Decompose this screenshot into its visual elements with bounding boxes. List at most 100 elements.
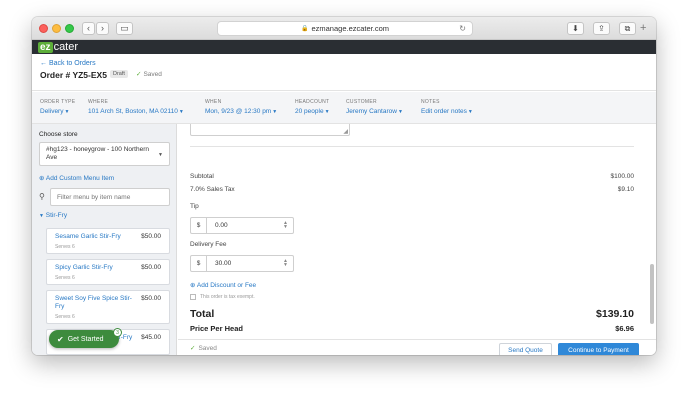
where-label: WHERE — [88, 99, 109, 105]
plus-circle-icon: ⊕ — [39, 175, 45, 182]
draft-badge: Draft — [110, 70, 128, 78]
caret-down-icon: ▼ — [178, 109, 184, 115]
where-value: 101 Arch St, Boston, MA 02110 — [88, 108, 178, 115]
chevron-left-icon: ‹ — [87, 23, 90, 33]
main-scrollbar[interactable] — [650, 124, 655, 339]
when-label: WHEN — [205, 99, 222, 105]
caret-down-icon: ▼ — [272, 109, 278, 115]
where-field[interactable]: WHERE 101 Arch St, Boston, MA 02110▼ — [88, 99, 184, 115]
tabs-button[interactable]: ⧉ — [619, 22, 636, 35]
check-icon: ✓ — [190, 345, 196, 352]
delivery-fee-input[interactable]: $ 30.00 ▲ ▼ — [190, 255, 294, 272]
share-button[interactable]: ⇪ — [593, 22, 610, 35]
tip-value: 0.00 — [215, 222, 228, 229]
when-value: Mon, 9/23 @ 12:30 pm — [205, 108, 272, 115]
caret-down-icon: ▼ — [467, 109, 473, 115]
tabs-icon: ⧉ — [624, 23, 631, 33]
menu-item-card[interactable]: Spicy Garlic Stir-Fry Serves 6 $50.00 — [46, 259, 170, 285]
section-label: Stir-Fry — [45, 212, 68, 219]
total-value: $139.10 — [596, 308, 634, 320]
share-icon: ⇪ — [598, 24, 605, 33]
forward-button[interactable]: › — [96, 22, 109, 35]
order-type-value: Delivery — [40, 108, 64, 115]
notes-field[interactable]: NOTES Edit order notes▼ — [421, 99, 473, 115]
scrollbar-thumb[interactable] — [650, 264, 654, 324]
notes-textarea[interactable]: ◢ — [190, 124, 350, 136]
caret-down-icon: ▼ — [39, 213, 44, 219]
tax-exempt-label: This order is tax exempt. — [200, 294, 255, 300]
menu-item-name: Sesame Garlic Stir-Fry — [55, 233, 121, 240]
ezcater-logo[interactable]: ez cater — [38, 41, 78, 53]
order-footer: ✓ Saved Send Quote Continue to Payment — [178, 339, 656, 355]
resize-grip-icon[interactable]: ◢ — [343, 128, 348, 135]
minimize-window-button[interactable] — [52, 24, 61, 33]
add-discount-label: Add Discount or Fee — [196, 282, 257, 289]
price-per-head-label: Price Per Head — [190, 324, 243, 333]
headcount-value: 20 people — [295, 108, 324, 115]
menu-item-card[interactable]: Sesame Garlic Stir-Fry Serves 6 $50.00 — [46, 228, 170, 254]
menu-item-serves: Serves 6 — [55, 275, 75, 281]
menu-item-name: Spicy Garlic Stir-Fry — [55, 264, 113, 271]
back-button[interactable]: ‹ — [82, 22, 95, 35]
reload-icon[interactable]: ↻ — [459, 24, 466, 33]
order-info-bar: ORDER TYPE Delivery▼ WHERE 101 Arch St, … — [32, 92, 656, 124]
download-icon: ⬇ — [572, 24, 579, 33]
tax-exempt-checkbox[interactable]: This order is tax exempt. — [190, 294, 255, 300]
dollar-sign: $ — [191, 256, 207, 271]
store-select[interactable]: #hg123 - honeygrow - 100 Northern Ave ▼ — [39, 142, 170, 166]
logo-ez: ez — [38, 41, 53, 53]
chevron-right-icon: › — [101, 23, 104, 33]
tip-label: Tip — [190, 203, 199, 210]
search-icon: ⚲ — [39, 192, 45, 201]
add-custom-label: Add Custom Menu Item — [45, 175, 115, 182]
notes-label: NOTES — [421, 99, 440, 105]
lock-icon: 🔒 — [300, 26, 309, 32]
zoom-window-button[interactable] — [65, 24, 74, 33]
logo-cater: cater — [53, 41, 79, 53]
menu-item-price: $50.00 — [141, 295, 161, 302]
add-discount-link[interactable]: ⊕ Add Discount or Fee — [190, 281, 256, 289]
menu-item-card[interactable]: Sweet Soy Five Spice Stir-Fry Serves 6 $… — [46, 290, 170, 324]
delivery-fee-value: 30.00 — [215, 260, 232, 267]
back-to-orders-link[interactable]: ← Back to Orders — [40, 60, 96, 67]
choose-store-label: Choose store — [39, 131, 78, 138]
saved-status: ✓ Saved — [136, 70, 162, 78]
customer-label: CUSTOMER — [346, 99, 377, 105]
address-bar[interactable]: 🔒 ezmanage.ezcater.com ↻ — [217, 21, 473, 36]
headcount-field[interactable]: HEADCOUNT 20 people▼ — [295, 99, 330, 115]
get-started-button[interactable]: ✔ Get Started — [49, 330, 119, 348]
caret-down-icon: ▼ — [158, 152, 163, 158]
send-quote-button[interactable]: Send Quote — [499, 343, 552, 355]
filter-menu-input[interactable] — [50, 188, 170, 206]
sales-tax-label: 7.0% Sales Tax — [190, 186, 235, 193]
check-icon: ✓ — [136, 71, 142, 78]
sidebar-icon: ▭ — [120, 23, 129, 33]
continue-to-payment-button[interactable]: Continue to Payment — [558, 343, 639, 355]
dollar-sign: $ — [191, 218, 207, 233]
get-started-label: Get Started — [67, 335, 104, 343]
browser-toolbar: ‹ › ▭ 🔒 ezmanage.ezcater.com ↻ ⬇ ⇪ ⧉ + — [32, 17, 656, 40]
sidebar-toggle-button[interactable]: ▭ — [116, 22, 133, 35]
tip-input[interactable]: $ 0.00 ▲ ▼ — [190, 217, 294, 234]
caret-down-icon: ▼ — [397, 109, 403, 115]
stepper-icon[interactable]: ▲ ▼ — [283, 259, 288, 268]
add-custom-menu-item-link[interactable]: ⊕ Add Custom Menu Item — [39, 174, 114, 182]
caret-down-icon: ▼ — [64, 109, 70, 115]
menu-item-price: $45.00 — [141, 334, 161, 341]
order-type-field[interactable]: ORDER TYPE Delivery▼ — [40, 99, 75, 115]
customer-field[interactable]: CUSTOMER Jeremy Cantarow▼ — [346, 99, 403, 115]
caret-down-icon: ▼ — [324, 109, 330, 115]
stepper-icon[interactable]: ▲ ▼ — [283, 221, 288, 230]
app-header: ez cater — [32, 40, 656, 54]
stir-fry-section-toggle[interactable]: ▼ Stir-Fry — [39, 212, 67, 219]
when-field[interactable]: WHEN Mon, 9/23 @ 12:30 pm▼ — [205, 99, 277, 115]
order-header: ← Back to Orders Order # YZ5-EX5 Draft ✓… — [32, 54, 656, 91]
new-tab-icon[interactable]: + — [640, 22, 646, 34]
sales-tax-value: $9.10 — [617, 186, 634, 193]
get-started-count-badge: 3 — [113, 328, 122, 337]
downloads-button[interactable]: ⬇ — [567, 22, 584, 35]
price-per-head-value: $6.96 — [615, 324, 634, 333]
customer-value: Jeremy Cantarow — [346, 108, 397, 115]
close-window-button[interactable] — [39, 24, 48, 33]
store-select-value: #hg123 - honeygrow - 100 Northern Ave — [46, 146, 149, 161]
